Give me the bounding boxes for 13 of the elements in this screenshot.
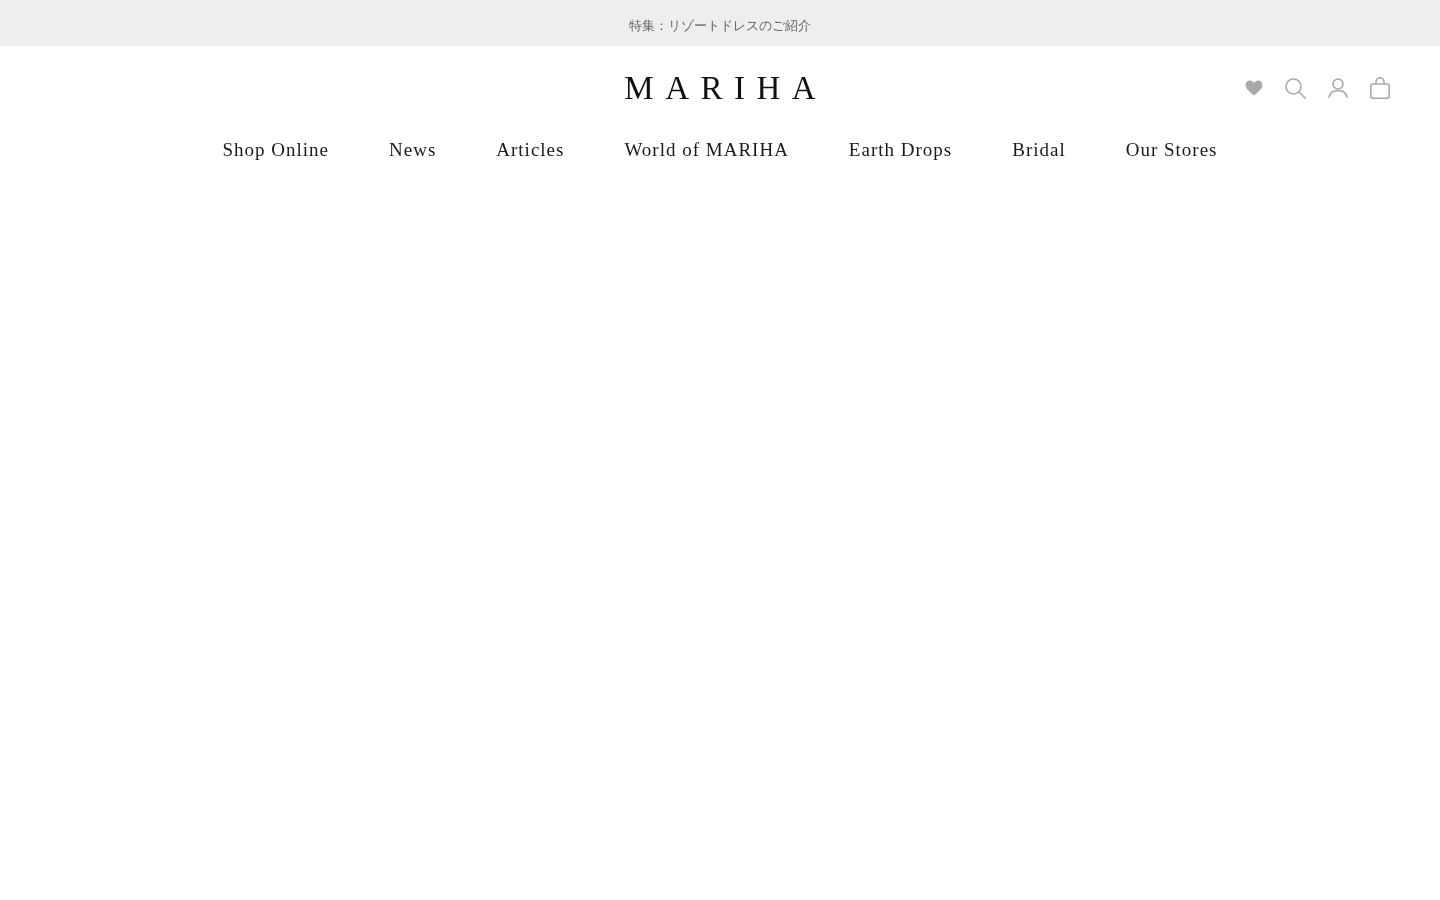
nav-link[interactable]: Shop Online — [222, 138, 329, 162]
search-icon[interactable] — [1285, 77, 1306, 99]
brand-logo[interactable]: MARIHA — [612, 71, 828, 105]
user-icon[interactable] — [1328, 78, 1348, 98]
nav-link[interactable]: World of MARIHA — [624, 138, 789, 162]
nav-link[interactable]: Our Stores — [1125, 138, 1218, 162]
shopping-bag-icon[interactable] — [1370, 77, 1390, 99]
nav-link[interactable]: News — [389, 138, 437, 162]
announcement-link[interactable]: 特集：リゾートドレスのご紹介 — [629, 17, 811, 35]
heart-icon[interactable] — [1245, 80, 1263, 96]
nav-link[interactable]: Earth Drops — [848, 138, 953, 162]
nav-link[interactable]: Bridal — [1012, 138, 1066, 162]
nav-link[interactable]: Articles — [496, 138, 565, 162]
